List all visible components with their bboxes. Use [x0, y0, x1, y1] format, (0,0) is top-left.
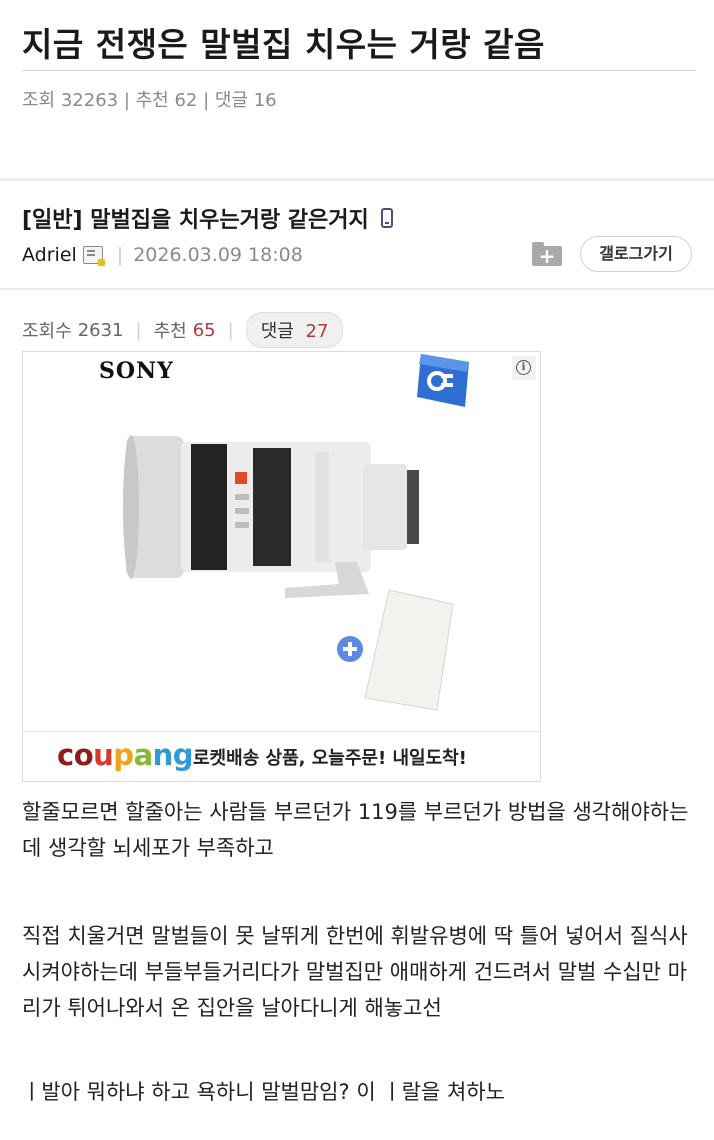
- comments-count: 27: [305, 321, 329, 342]
- advertisement[interactable]: SONY i coupang 로켓배송 상품, 오늘주문! 내일도착!: [22, 351, 541, 782]
- coupang-letter: p: [113, 738, 134, 772]
- section-divider: [0, 178, 714, 181]
- views-label: 조회수: [22, 321, 72, 342]
- post-paragraph: 직접 치울거면 말벌들이 못 날뛰게 한번에 휘발유병에 딱 틀어 넣어서 질식…: [22, 924, 688, 1020]
- comment-count-button[interactable]: 댓글 27: [245, 312, 344, 348]
- views-count: 2631: [77, 319, 124, 341]
- page-title: 지금 전쟁은 말벌집 치우는 거랑 같음: [22, 25, 545, 64]
- coupang-letter: g: [172, 738, 194, 772]
- coupang-logo: coupang: [57, 738, 194, 772]
- gallog-user-icon: [82, 246, 105, 266]
- store-badge-icon: [417, 354, 469, 407]
- post-title[interactable]: [일반] 말벌집을 치우는거랑 같은거지: [22, 202, 393, 234]
- post-datetime: 2026.03.09 18:08: [133, 244, 303, 266]
- mobile-icon: [380, 208, 393, 228]
- divider: [0, 288, 714, 290]
- coupang-letter: c: [57, 738, 74, 772]
- card-image: [364, 589, 454, 711]
- gallog-button[interactable]: 갤로그가기: [580, 236, 692, 272]
- coupang-letter: o: [73, 738, 94, 772]
- coupang-letter: u: [93, 738, 114, 772]
- author-name[interactable]: Adriel: [22, 244, 77, 266]
- top-stats: 조회 32263 | 추천 62 | 댓글 16: [22, 90, 277, 111]
- ad-product-image: [123, 354, 469, 711]
- comments-label: 댓글: [260, 321, 294, 342]
- separator: |: [227, 319, 234, 341]
- separator: |: [135, 319, 142, 341]
- camera-lens-image: [123, 435, 419, 598]
- separator: |: [116, 244, 124, 266]
- post-paragraph: 할줄모르면 할줄아는 사람들 부르던가 119를 부르던가 방법을 생각해야하는…: [22, 800, 689, 860]
- plus-icon: +: [538, 244, 556, 268]
- recommend-count: 65: [192, 319, 216, 341]
- post-title-text[interactable]: [일반] 말벌집을 치우는거랑 같은거지: [22, 202, 369, 234]
- author-row: Adriel | 2026.03.09 18:08: [22, 244, 303, 266]
- post-paragraph: ㅣ발아 뭐하냐 하고 욕하니 말벌맘임? 이 ㅣ랄을 쳐하노: [22, 1080, 505, 1104]
- divider: [23, 731, 540, 732]
- ad-tagline: 로켓배송 상품, 오늘주문! 내일도착!: [193, 748, 467, 769]
- coupang-letter: a: [133, 738, 154, 772]
- divider: [22, 70, 696, 71]
- plus-badge-icon: [337, 636, 363, 662]
- recommend-label: 추천: [153, 321, 187, 342]
- folder-add-icon[interactable]: +: [532, 242, 562, 268]
- coupang-letter: n: [152, 738, 174, 772]
- post-stats: 조회수 2631 | 추천 65 | 댓글 27: [22, 312, 344, 348]
